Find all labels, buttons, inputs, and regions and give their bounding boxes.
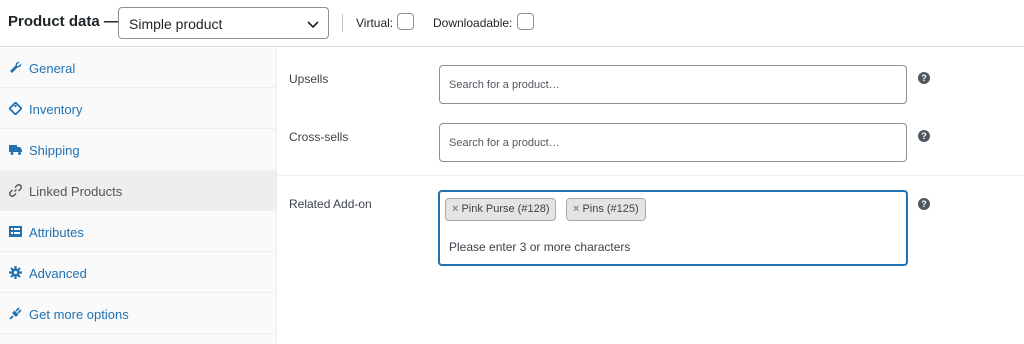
virtual-label: Virtual: [356, 16, 394, 30]
tab-get-more-options-label: Get more options [29, 307, 129, 322]
tab-attributes[interactable]: Attributes [0, 212, 276, 252]
upsells-placeholder: Search for a product… [449, 79, 560, 91]
product-data-tabs: General Inventory Shipping Linked Produc… [0, 48, 277, 344]
linked-products-panel: Upsells Search for a product… ? Cross-se… [277, 48, 1024, 344]
related-addon-multiselect[interactable]: × Pink Purse (#128) × Pins (#125) Please e… [438, 190, 908, 266]
tab-inventory-label: Inventory [29, 102, 83, 117]
token-pink-purse: × Pink Purse (#128) [445, 198, 557, 221]
cross-sells-placeholder: Search for a product… [449, 137, 560, 149]
tab-inventory[interactable]: Inventory [0, 89, 276, 129]
list-icon [9, 226, 22, 237]
product-data-header: Product data — Simple product Virtual: D… [0, 0, 1024, 47]
link-icon [9, 184, 22, 197]
tab-shipping-label: Shipping [29, 143, 80, 158]
virtual-checkbox[interactable] [397, 13, 414, 30]
cross-sells-help-icon[interactable]: ? [918, 130, 930, 142]
plugin-icon [9, 307, 22, 320]
chevron-down-icon [307, 21, 319, 29]
tab-advanced[interactable]: Advanced [0, 253, 276, 293]
tab-linked-products[interactable]: Linked Products [0, 171, 276, 211]
tab-general[interactable]: General [0, 48, 276, 88]
tab-general-label: General [29, 61, 76, 76]
downloadable-checkbox[interactable] [517, 13, 534, 30]
section-divider [277, 175, 1024, 176]
truck-icon [9, 145, 22, 155]
tab-linked-products-label: Linked Products [29, 184, 123, 199]
search-hint: Please enter 3 or more characters [449, 240, 631, 254]
gear-icon [9, 266, 22, 279]
product-data-title: Product data — [8, 13, 119, 30]
upsells-help-icon[interactable]: ? [918, 72, 930, 84]
token-pins: × Pins (#125) [566, 198, 646, 221]
wrench-icon [10, 61, 22, 73]
tab-attributes-label: Attributes [29, 225, 84, 240]
product-type-select[interactable]: Simple product [118, 7, 329, 39]
tab-shipping[interactable]: Shipping [0, 130, 276, 170]
token-label: Pink Purse (#128) [461, 203, 550, 215]
remove-token-icon[interactable]: × [573, 203, 579, 215]
upsells-search-input[interactable]: Search for a product… [439, 65, 907, 104]
related-addon-help-icon[interactable]: ? [918, 198, 930, 210]
upsells-label: Upsells [289, 72, 329, 86]
tab-get-more-options[interactable]: Get more options [0, 294, 276, 334]
header-separator [342, 14, 343, 32]
cross-sells-search-input[interactable]: Search for a product… [439, 123, 907, 162]
related-addon-label: Related Add-on [289, 197, 372, 211]
token-label: Pins (#125) [582, 203, 639, 215]
cross-sells-label: Cross-sells [289, 130, 349, 144]
product-type-value: Simple product [129, 16, 223, 32]
tag-icon [9, 102, 22, 115]
downloadable-label: Downloadable: [433, 16, 513, 30]
tab-advanced-label: Advanced [29, 266, 87, 281]
remove-token-icon[interactable]: × [452, 203, 458, 215]
